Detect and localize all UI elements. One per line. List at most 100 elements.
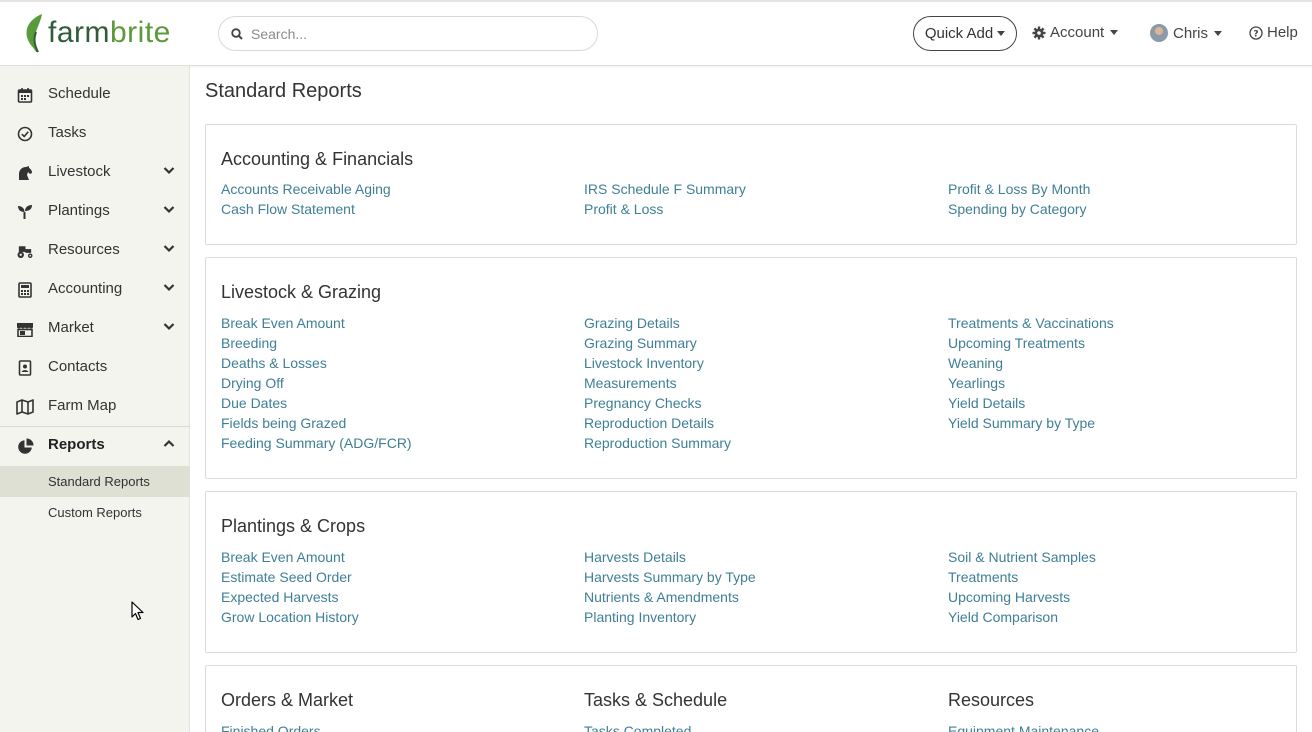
report-link[interactable]: Yield Details bbox=[948, 393, 1114, 413]
section-title: Orders & Market bbox=[221, 690, 354, 710]
report-link[interactable]: IRS Schedule F Summary bbox=[584, 179, 746, 199]
report-column: Profit & Loss By Month Spending by Categ… bbox=[948, 179, 1090, 219]
search-icon bbox=[231, 27, 243, 40]
quick-add-label: Quick Add bbox=[924, 25, 994, 42]
report-link[interactable]: Planting Inventory bbox=[584, 607, 756, 627]
sidebar-item-label: Reports bbox=[48, 436, 105, 453]
report-link[interactable]: Treatments bbox=[948, 567, 1096, 587]
report-link[interactable]: Livestock Inventory bbox=[584, 353, 731, 373]
report-link[interactable]: Break Even Amount bbox=[221, 547, 359, 567]
report-link[interactable]: Drying Off bbox=[221, 373, 412, 393]
address-book-icon bbox=[16, 359, 34, 377]
report-link[interactable]: Upcoming Harvests bbox=[948, 587, 1096, 607]
report-link[interactable]: Profit & Loss By Month bbox=[948, 179, 1090, 199]
logo-text: farmbrite bbox=[48, 16, 171, 49]
sidebar-item-reports[interactable]: Reports bbox=[0, 426, 190, 465]
report-link[interactable]: Grow Location History bbox=[221, 607, 359, 627]
report-link[interactable]: Yearlings bbox=[948, 373, 1114, 393]
report-link[interactable]: Reproduction Details bbox=[584, 413, 731, 433]
sidebar-item-schedule[interactable]: Schedule bbox=[0, 75, 190, 114]
horse-icon bbox=[16, 164, 34, 182]
report-link[interactable]: Grazing Details bbox=[584, 313, 731, 333]
report-link[interactable]: Nutrients & Amendments bbox=[584, 587, 756, 607]
quick-add-button[interactable]: Quick Add bbox=[913, 16, 1017, 51]
sidebar-item-label: Tasks bbox=[48, 124, 87, 141]
report-link[interactable]: Pregnancy Checks bbox=[584, 393, 731, 413]
sidebar-item-label: Accounting bbox=[48, 280, 123, 297]
chevron-down-icon bbox=[163, 245, 175, 253]
report-link[interactable]: Accounts Receivable Aging bbox=[221, 179, 391, 199]
user-menu[interactable]: Chris bbox=[1150, 24, 1223, 42]
report-column: Harvests Details Harvests Summary by Typ… bbox=[584, 547, 756, 627]
account-label: Account bbox=[1050, 24, 1105, 41]
mouse-cursor-icon bbox=[131, 601, 144, 621]
report-link[interactable]: Tasks Completed bbox=[584, 721, 691, 732]
report-link[interactable]: Grazing Summary bbox=[584, 333, 731, 353]
search-box[interactable] bbox=[218, 16, 598, 51]
main-content: Standard Reports Accounting & Financials… bbox=[191, 66, 1312, 732]
report-link[interactable]: Due Dates bbox=[221, 393, 412, 413]
sidebar-item-contacts[interactable]: Contacts bbox=[0, 348, 190, 387]
report-link[interactable]: Spending by Category bbox=[948, 199, 1090, 219]
sidebar-item-tasks[interactable]: Tasks bbox=[0, 114, 190, 153]
report-link[interactable]: Weaning bbox=[948, 353, 1114, 373]
section-title: Tasks & Schedule bbox=[584, 690, 728, 710]
sidebar-item-farm-map[interactable]: Farm Map bbox=[0, 387, 190, 426]
report-link[interactable]: Cash Flow Statement bbox=[221, 199, 391, 219]
chevron-up-icon bbox=[163, 439, 175, 447]
section-title: Resources bbox=[948, 690, 1035, 710]
report-link[interactable]: Yield Comparison bbox=[948, 607, 1096, 627]
report-link[interactable]: Measurements bbox=[584, 373, 731, 393]
report-column: Break Even Amount Breeding Deaths & Loss… bbox=[221, 313, 412, 453]
sidebar-item-resources[interactable]: Resources bbox=[0, 231, 190, 270]
report-link[interactable]: Yield Summary by Type bbox=[948, 413, 1114, 433]
report-link[interactable]: Finished Orders bbox=[221, 721, 321, 732]
sidebar-item-plantings[interactable]: Plantings bbox=[0, 192, 190, 231]
report-section-orders-tasks-resources: Orders & Market Tasks & Schedule Resourc… bbox=[205, 665, 1297, 732]
report-link[interactable]: Fields being Grazed bbox=[221, 413, 412, 433]
sidebar-subitem-standard-reports[interactable]: Standard Reports bbox=[0, 466, 190, 497]
report-link[interactable]: Equipment Maintenance bbox=[948, 721, 1099, 732]
user-name: Chris bbox=[1173, 24, 1209, 42]
chevron-down-icon bbox=[163, 167, 175, 175]
report-column: Grazing Details Grazing Summary Livestoc… bbox=[584, 313, 731, 453]
report-column: Accounts Receivable Aging Cash Flow Stat… bbox=[221, 179, 391, 219]
search-input[interactable] bbox=[251, 25, 571, 42]
report-link[interactable]: Profit & Loss bbox=[584, 199, 746, 219]
report-column: Finished Orders bbox=[221, 721, 321, 732]
sidebar-item-accounting[interactable]: Accounting bbox=[0, 270, 190, 309]
sidebar-item-label: Plantings bbox=[48, 202, 110, 219]
caret-down-icon bbox=[997, 31, 1006, 36]
report-link[interactable]: Harvests Details bbox=[584, 547, 756, 567]
report-link[interactable]: Harvests Summary by Type bbox=[584, 567, 756, 587]
map-icon bbox=[16, 398, 34, 416]
report-link[interactable]: Upcoming Treatments bbox=[948, 333, 1114, 353]
report-column: Break Even Amount Estimate Seed Order Ex… bbox=[221, 547, 359, 627]
report-link[interactable]: Reproduction Summary bbox=[584, 433, 731, 453]
calendar-icon bbox=[16, 86, 34, 104]
report-link[interactable]: Estimate Seed Order bbox=[221, 567, 359, 587]
report-link[interactable]: Deaths & Losses bbox=[221, 353, 412, 373]
sidebar-item-label: Resources bbox=[48, 241, 120, 258]
report-column: Equipment Maintenance bbox=[948, 721, 1099, 732]
report-column: Treatments & Vaccinations Upcoming Treat… bbox=[948, 313, 1114, 433]
check-circle-icon bbox=[16, 125, 34, 143]
svg-text:?: ? bbox=[1253, 29, 1258, 39]
report-link[interactable]: Soil & Nutrient Samples bbox=[948, 547, 1096, 567]
report-link[interactable]: Breeding bbox=[221, 333, 412, 353]
account-menu[interactable]: Account bbox=[1032, 24, 1119, 41]
report-link[interactable]: Break Even Amount bbox=[221, 313, 412, 333]
report-link[interactable]: Treatments & Vaccinations bbox=[948, 313, 1114, 333]
sidebar-item-market[interactable]: Market bbox=[0, 309, 190, 348]
page-title: Standard Reports bbox=[205, 80, 362, 102]
sidebar-item-livestock[interactable]: Livestock bbox=[0, 153, 190, 192]
sidebar-item-label: Farm Map bbox=[48, 397, 117, 414]
sidebar-subitem-custom-reports[interactable]: Custom Reports bbox=[0, 497, 190, 528]
farmbrite-logo[interactable]: farmbrite bbox=[22, 12, 171, 54]
help-link[interactable]: ? Help bbox=[1249, 24, 1298, 41]
sidebar-item-label: Livestock bbox=[48, 163, 111, 180]
sidebar-subitem-label: Custom Reports bbox=[48, 505, 142, 520]
report-link[interactable]: Expected Harvests bbox=[221, 587, 359, 607]
report-link[interactable]: Feeding Summary (ADG/FCR) bbox=[221, 433, 412, 453]
sidebar-item-label: Market bbox=[48, 319, 94, 336]
